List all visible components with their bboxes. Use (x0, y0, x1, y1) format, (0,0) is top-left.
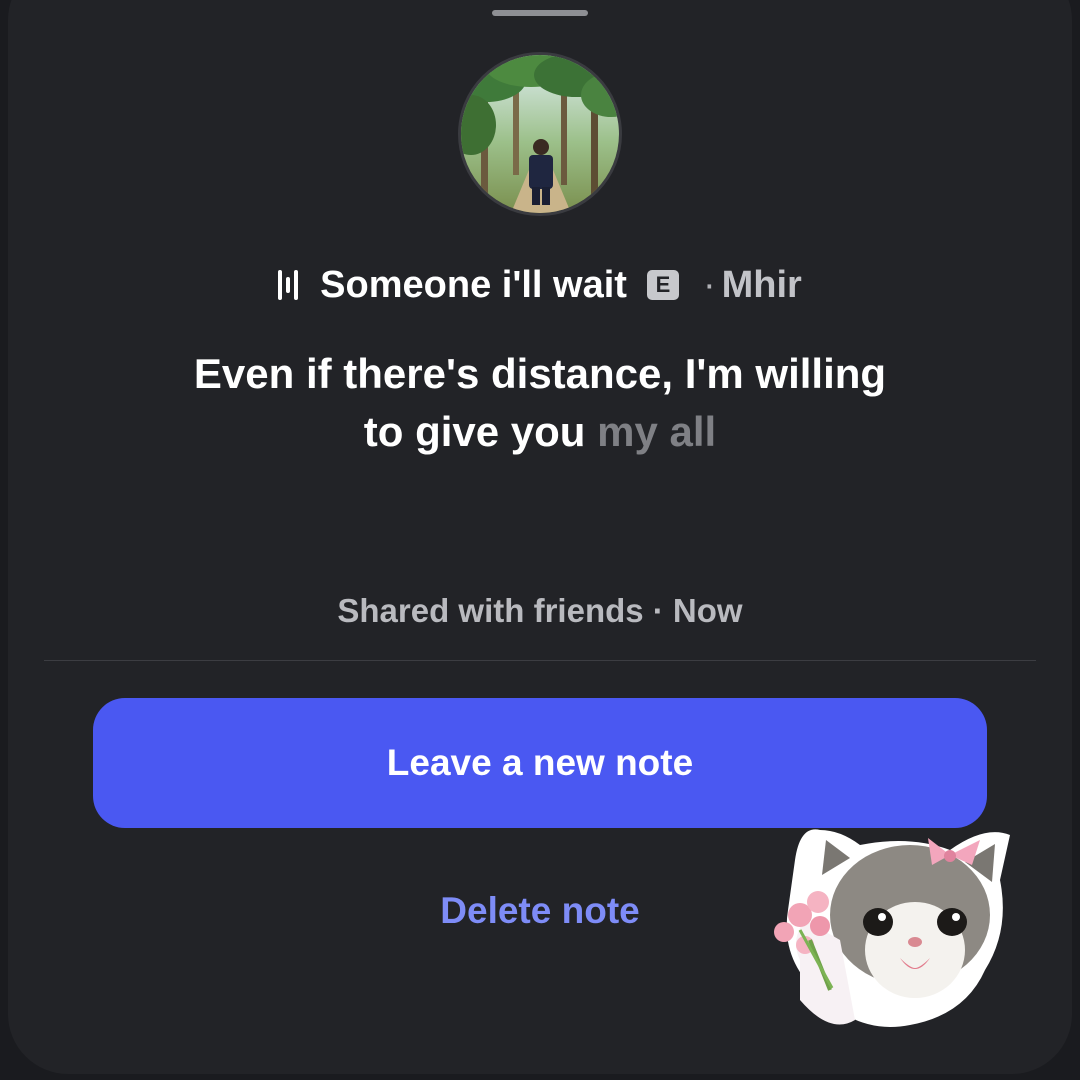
lyric-line-1: Even if there's distance, I'm willing (193, 350, 887, 397)
song-row[interactable]: Someone i'll wait E · Mhir (8, 260, 1072, 310)
drag-handle[interactable] (492, 10, 588, 16)
lyric-active: to give you (363, 408, 586, 455)
lyrics-text: Even if there's distance, I'm willing to… (8, 345, 1072, 461)
lyric-upcoming: my all (597, 408, 717, 455)
artist-separator: · (702, 263, 716, 306)
lyric-line-2: to give you my all (8, 403, 1072, 461)
artist-name: Mhir (721, 263, 802, 306)
bottom-sheet: Someone i'll wait E · Mhir Even if there… (8, 0, 1072, 1074)
avatar-photo (461, 55, 619, 213)
shared-status: Shared with friends · Now (337, 592, 743, 629)
cat-sticker (774, 829, 1010, 1027)
song-title: Someone i'll wait (320, 263, 627, 306)
leave-new-note-button[interactable]: Leave a new note (93, 698, 987, 828)
explicit-icon: E (646, 270, 679, 300)
divider (44, 660, 1036, 661)
audio-bars-icon (278, 268, 299, 302)
profile-avatar[interactable] (458, 52, 622, 216)
